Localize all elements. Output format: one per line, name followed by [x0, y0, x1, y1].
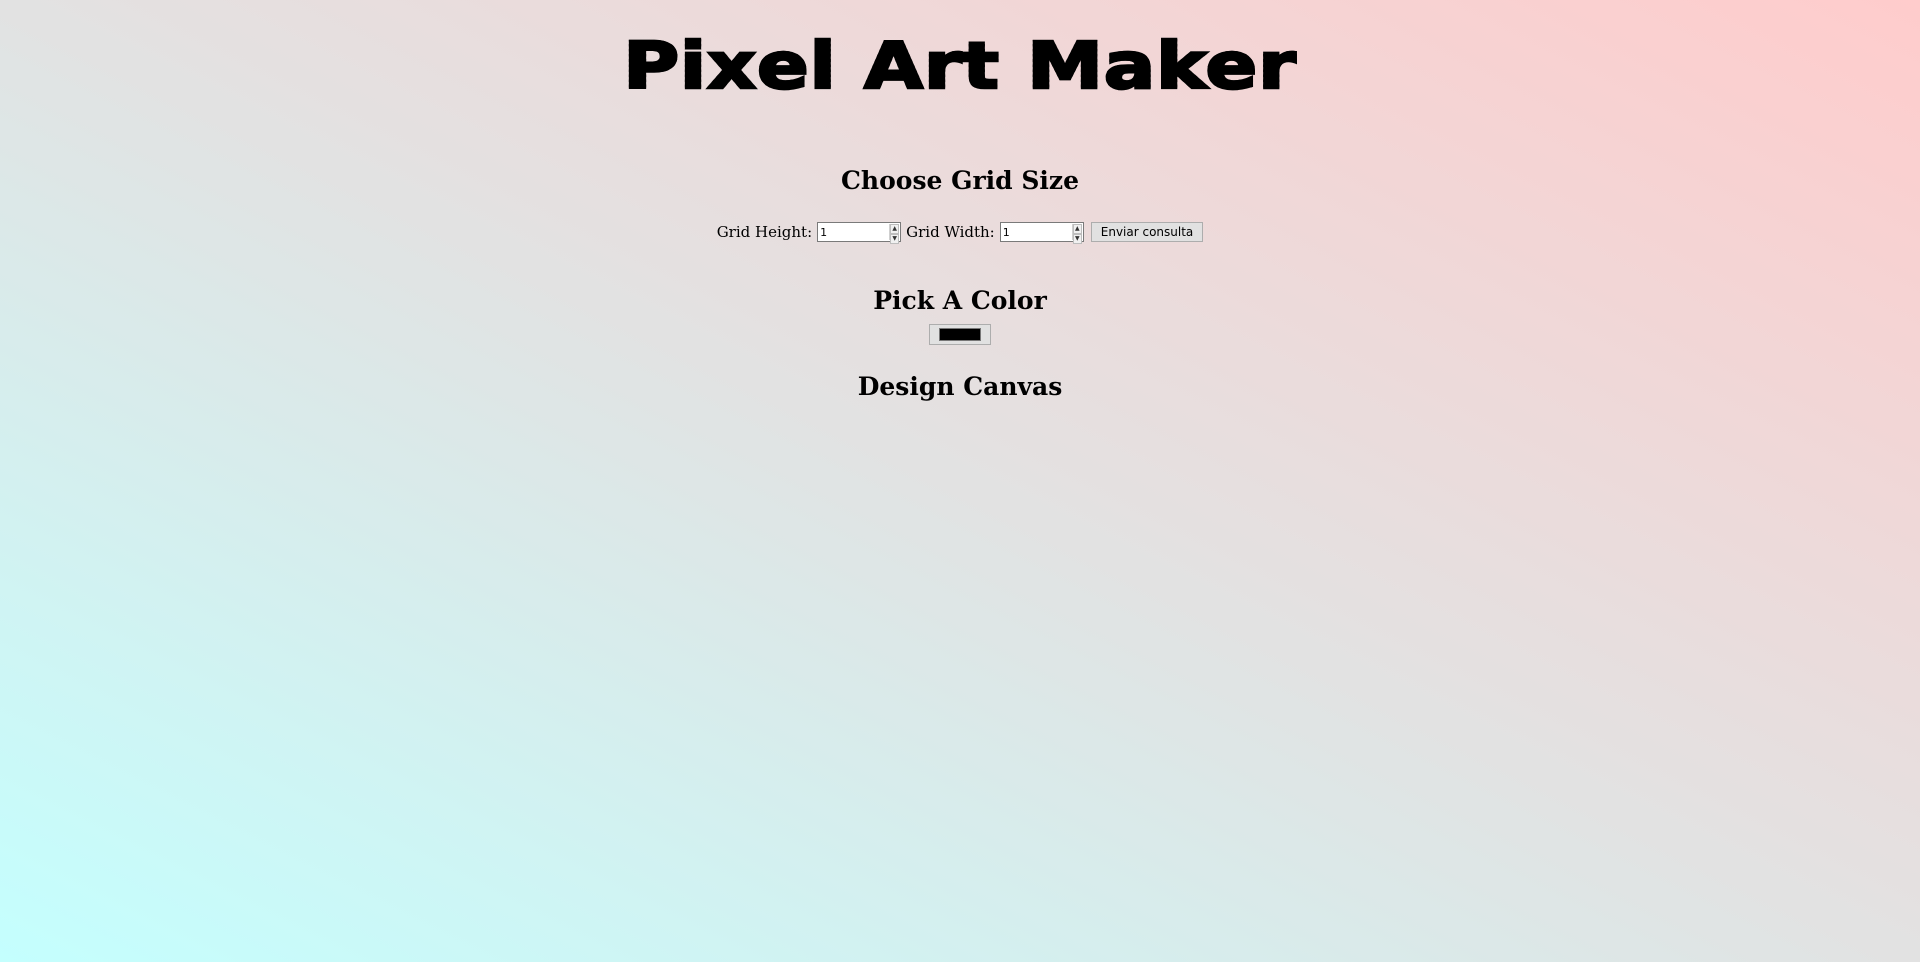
- grid-height-field[interactable]: ▲ ▼: [817, 222, 902, 244]
- grid-width-input[interactable]: [1000, 223, 1071, 241]
- grid-height-label: Grid Height:: [716, 223, 813, 241]
- grid-width-spinner[interactable]: ▲ ▼: [1071, 224, 1082, 244]
- color-swatch: [939, 328, 981, 341]
- grid-width-field[interactable]: ▲ ▼: [999, 222, 1084, 244]
- size-picker-form: Grid Height: ▲ ▼ Grid Width: ▲ ▼ Enviar …: [0, 222, 1920, 244]
- choose-grid-size-heading: Choose Grid Size: [841, 166, 1079, 195]
- spin-down-icon[interactable]: ▼: [890, 234, 900, 244]
- spin-up-icon[interactable]: ▲: [1072, 224, 1082, 234]
- page-title: Pixel Art Maker: [0, 32, 1920, 99]
- pick-color-heading: Pick A Color: [873, 286, 1047, 315]
- spin-down-icon[interactable]: ▼: [1072, 234, 1082, 244]
- grid-width-label: Grid Width:: [906, 223, 995, 241]
- grid-height-input[interactable]: [818, 223, 889, 241]
- submit-button[interactable]: Enviar consulta: [1090, 222, 1204, 242]
- spin-up-icon[interactable]: ▲: [890, 224, 900, 234]
- color-picker-button[interactable]: [929, 324, 991, 345]
- grid-height-spinner[interactable]: ▲ ▼: [889, 224, 900, 244]
- design-canvas-heading: Design Canvas: [857, 372, 1063, 401]
